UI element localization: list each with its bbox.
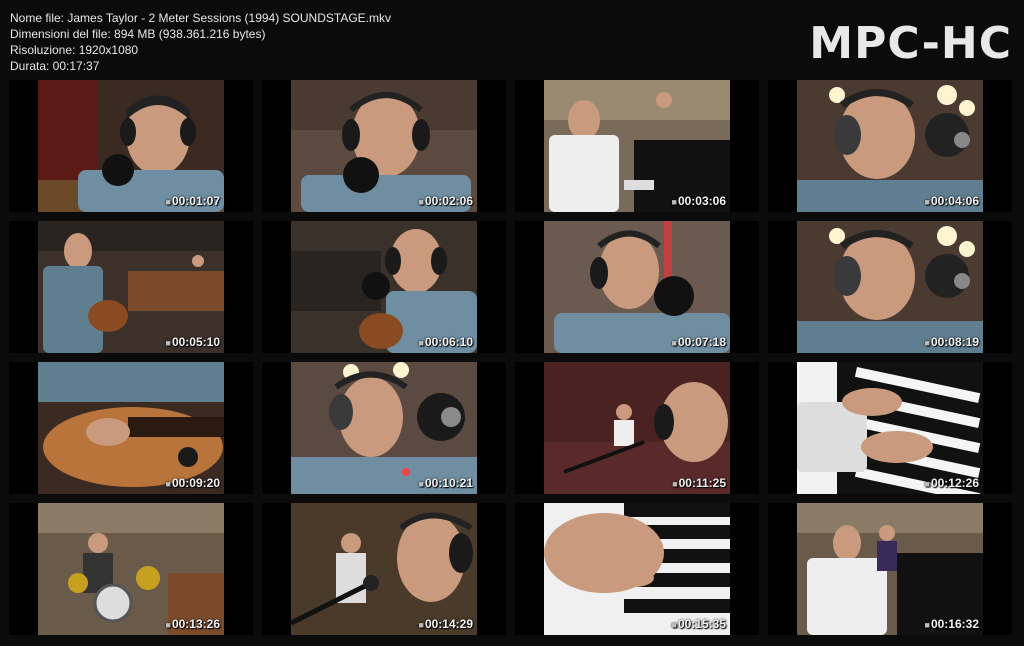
video-thumbnail: ■00:10:21 [262, 362, 506, 494]
timestamp-text: 00:10:21 [424, 476, 473, 490]
timestamp-marker-icon: ■ [671, 197, 677, 207]
video-thumbnail: ■00:01:07 [9, 80, 253, 212]
timestamp-label: ■00:06:10 [419, 335, 473, 349]
file-info-panel: Nome file: James Taylor - 2 Meter Sessio… [10, 10, 391, 74]
timestamp-label: ■00:15:35 [672, 617, 726, 631]
timestamp-text: 00:15:35 [677, 617, 726, 631]
timestamp-label: ■00:05:10 [166, 335, 220, 349]
timestamp-label: ■00:13:26 [166, 617, 220, 631]
timestamp-label: ■00:09:20 [166, 476, 220, 490]
timestamp-label: ■00:01:07 [166, 194, 220, 208]
video-thumbnail: ■00:05:10 [9, 221, 253, 353]
thumbnail-frame-image: ■00:09:20 [38, 362, 224, 494]
video-thumbnail: ■00:04:06 [768, 80, 1012, 212]
video-thumbnail: ■00:15:35 [515, 503, 759, 635]
thumbnail-frame-image: ■00:13:26 [38, 503, 224, 635]
thumbnail-frame-image: ■00:05:10 [38, 221, 224, 353]
timestamp-text: 00:12:26 [930, 476, 979, 490]
timestamp-text: 00:08:19 [930, 335, 979, 349]
timestamp-text: 00:11:25 [678, 476, 726, 490]
file-size: Dimensioni del file: 894 MB (938.361.216… [10, 27, 266, 41]
timestamp-marker-icon: ■ [924, 620, 930, 630]
thumbnail-frame-image: ■00:06:10 [291, 221, 477, 353]
timestamp-marker-icon: ■ [165, 338, 171, 348]
video-thumbnail: ■00:12:26 [768, 362, 1012, 494]
timestamp-marker-icon: ■ [671, 338, 677, 348]
timestamp-marker-icon: ■ [418, 338, 424, 348]
timestamp-label: ■00:10:21 [419, 476, 473, 490]
timestamp-marker-icon: ■ [418, 479, 424, 489]
thumbnail-frame-image: ■00:11:25 [544, 362, 730, 494]
thumbnail-frame-image: ■00:08:19 [797, 221, 983, 353]
timestamp-text: 00:07:18 [677, 335, 726, 349]
thumbnail-frame-image: ■00:07:18 [544, 221, 730, 353]
timestamp-marker-icon: ■ [924, 479, 930, 489]
video-thumbnail: ■00:03:06 [515, 80, 759, 212]
timestamp-marker-icon: ■ [165, 479, 171, 489]
file-name: Nome file: James Taylor - 2 Meter Sessio… [10, 11, 391, 25]
timestamp-marker-icon: ■ [165, 620, 171, 630]
timestamp-marker-icon: ■ [418, 620, 424, 630]
timestamp-label: ■00:07:18 [672, 335, 726, 349]
thumbnail-frame-image: ■00:10:21 [291, 362, 477, 494]
timestamp-marker-icon: ■ [672, 479, 678, 489]
timestamp-marker-icon: ■ [924, 338, 930, 348]
timestamp-text: 00:05:10 [171, 335, 220, 349]
timestamp-label: ■00:02:06 [419, 194, 473, 208]
video-thumbnail: ■00:16:32 [768, 503, 1012, 635]
video-thumbnail: ■00:08:19 [768, 221, 1012, 353]
video-thumbnail: ■00:14:29 [262, 503, 506, 635]
timestamp-text: 00:09:20 [171, 476, 220, 490]
thumbnail-grid: ■00:01:07 ■00:02:06 ■00:03:06 ■00:04:06 … [9, 80, 1012, 635]
file-duration: Durata: 00:17:37 [10, 59, 100, 73]
thumbnail-frame-image: ■00:01:07 [38, 80, 224, 212]
video-thumbnail: ■00:02:06 [262, 80, 506, 212]
timestamp-label: ■00:04:06 [925, 194, 979, 208]
timestamp-label: ■00:12:26 [925, 476, 979, 490]
thumbnail-frame-image: ■00:14:29 [291, 503, 477, 635]
timestamp-label: ■00:08:19 [925, 335, 979, 349]
thumbnail-frame-image: ■00:15:35 [544, 503, 730, 635]
video-thumbnail: ■00:13:26 [9, 503, 253, 635]
timestamp-label: ■00:14:29 [419, 617, 473, 631]
video-thumbnail: ■00:09:20 [9, 362, 253, 494]
video-thumbnail: ■00:11:25 [515, 362, 759, 494]
timestamp-text: 00:16:32 [930, 617, 979, 631]
timestamp-text: 00:13:26 [171, 617, 220, 631]
timestamp-text: 00:01:07 [171, 194, 220, 208]
timestamp-marker-icon: ■ [671, 620, 677, 630]
timestamp-label: ■00:16:32 [925, 617, 979, 631]
timestamp-text: 00:02:06 [424, 194, 473, 208]
timestamp-marker-icon: ■ [165, 197, 171, 207]
video-thumbnail: ■00:07:18 [515, 221, 759, 353]
mpc-hc-logo: MPC-HC [809, 18, 1012, 69]
timestamp-text: 00:03:06 [677, 194, 726, 208]
video-thumbnail: ■00:06:10 [262, 221, 506, 353]
timestamp-marker-icon: ■ [418, 197, 424, 207]
timestamp-text: 00:06:10 [424, 335, 473, 349]
thumbnail-frame-image: ■00:04:06 [797, 80, 983, 212]
file-resolution: Risoluzione: 1920x1080 [10, 43, 139, 57]
thumbnail-frame-image: ■00:02:06 [291, 80, 477, 212]
timestamp-label: ■00:11:25 [672, 476, 726, 490]
timestamp-text: 00:14:29 [424, 617, 473, 631]
timestamp-label: ■00:03:06 [672, 194, 726, 208]
thumbnail-frame-image: ■00:12:26 [797, 362, 983, 494]
thumbnail-frame-image: ■00:03:06 [544, 80, 730, 212]
timestamp-marker-icon: ■ [924, 197, 930, 207]
thumbnail-frame-image: ■00:16:32 [797, 503, 983, 635]
timestamp-text: 00:04:06 [930, 194, 979, 208]
